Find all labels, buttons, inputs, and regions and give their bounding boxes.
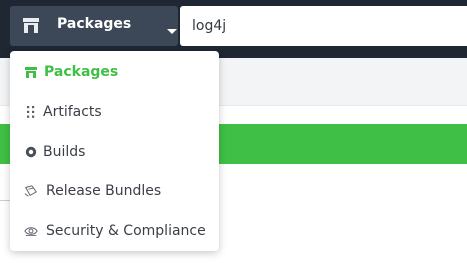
security-compliance-icon (24, 224, 38, 238)
scope-dropdown-menu: Packages Artifacts Builds Release Bundle… (10, 51, 219, 251)
search-input[interactable] (180, 6, 467, 46)
menu-item-artifacts[interactable]: Artifacts (10, 94, 219, 130)
artifacts-icon (24, 105, 38, 119)
caret-down-icon (167, 29, 177, 34)
release-bundles-icon (24, 184, 38, 198)
menu-item-release-bundles[interactable]: Release Bundles (10, 173, 219, 209)
builds-icon (24, 145, 38, 159)
menu-item-label: Release Bundles (46, 183, 162, 199)
menu-item-security-compliance[interactable]: Security & Compliance (10, 213, 219, 249)
scope-selector-label: Packages (57, 16, 132, 32)
package-icon (23, 18, 39, 33)
menu-item-packages[interactable]: Packages (10, 54, 219, 90)
package-icon (24, 65, 38, 79)
top-search-bar: Packages (0, 0, 467, 58)
menu-item-label: Security & Compliance (46, 223, 206, 239)
menu-item-label: Artifacts (43, 104, 102, 120)
menu-item-label: Packages (44, 64, 119, 80)
menu-item-builds[interactable]: Builds (10, 134, 219, 170)
menu-item-label: Builds (43, 144, 86, 160)
scope-selector-button[interactable]: Packages (10, 6, 178, 46)
